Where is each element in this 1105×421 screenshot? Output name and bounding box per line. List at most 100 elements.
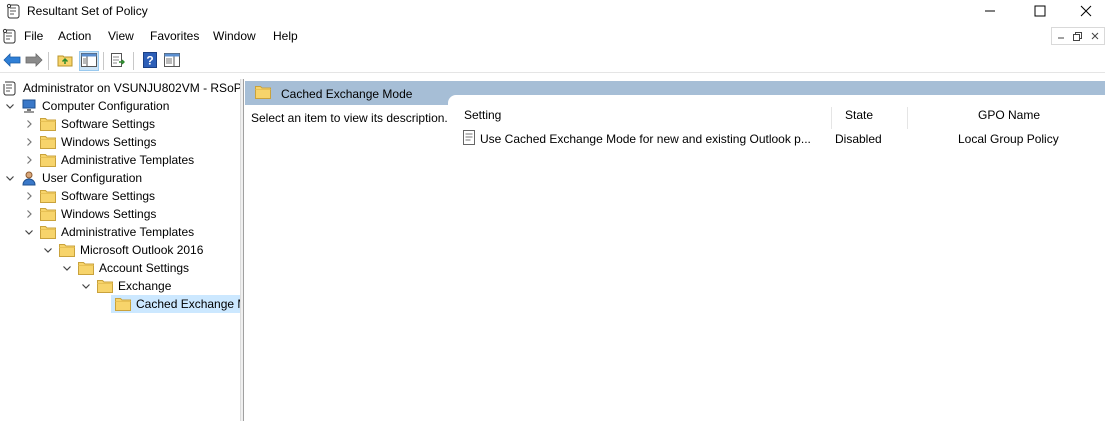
tree-item-uc-software-settings[interactable]: Software Settings	[23, 187, 155, 205]
chevron-down-icon[interactable]	[4, 169, 16, 187]
back-button[interactable]	[2, 51, 22, 71]
menu-action[interactable]: Action	[58, 29, 91, 43]
selection-highlight: Cached Exchange Mode	[111, 295, 240, 313]
tree-item-microsoft-outlook-2016[interactable]: Microsoft Outlook 2016	[42, 241, 203, 259]
folder-icon	[40, 152, 56, 168]
chevron-down-icon[interactable]	[4, 97, 16, 115]
tree-item-user-configuration[interactable]: User Configuration	[4, 169, 142, 187]
toolbar-separator	[133, 52, 134, 70]
mdi-close-button[interactable]	[1087, 28, 1104, 44]
mdi-window-controls	[1051, 27, 1105, 45]
tree-item-cached-exchange-mode[interactable]: Cached Exchange Mode	[99, 295, 240, 313]
folder-icon	[40, 116, 56, 132]
column-header-setting[interactable]: Setting	[464, 108, 501, 132]
tree-item-label: Exchange	[118, 279, 172, 293]
folder-icon	[78, 260, 94, 276]
tree-item-label: User Configuration	[42, 171, 143, 185]
back-arrow-icon	[3, 52, 21, 70]
help-icon: ?	[142, 51, 158, 71]
mdi-minimize-button[interactable]	[1052, 28, 1069, 44]
menu-file[interactable]: File	[24, 29, 43, 43]
title-bar: Resultant Set of Policy	[0, 0, 1105, 24]
chevron-right-icon[interactable]	[23, 133, 35, 151]
policy-setting-icon	[462, 130, 476, 148]
tree-item-label: Software Settings	[61, 117, 156, 131]
chevron-right-icon[interactable]	[23, 187, 35, 205]
folder-icon	[59, 242, 75, 258]
column-header-state[interactable]: State	[845, 108, 873, 132]
menu-bar: File Action View Favorites Window Help	[0, 25, 1105, 47]
chevron-right-icon[interactable]	[23, 151, 35, 169]
tree-item-uc-windows-settings[interactable]: Windows Settings	[23, 205, 156, 223]
settings-list: Setting State GPO Name Use Cached Exchan…	[448, 95, 1105, 421]
menu-window[interactable]: Window	[213, 29, 256, 43]
column-separator[interactable]	[831, 107, 832, 129]
close-button[interactable]	[1063, 0, 1105, 22]
folder-icon	[40, 134, 56, 150]
forward-arrow-icon	[25, 52, 43, 70]
user-icon	[21, 170, 37, 186]
table-row-gpo-name[interactable]: Local Group Policy	[958, 132, 1059, 146]
show-hide-console-tree-button[interactable]	[79, 51, 99, 71]
tree-item-label: Administrative Templates	[61, 153, 195, 167]
folder-up-icon	[57, 52, 73, 71]
tree-item-uc-administrative-templates[interactable]: Administrative Templates	[23, 223, 194, 241]
menu-help[interactable]: Help	[273, 29, 298, 43]
pane-splitter[interactable]	[240, 79, 244, 421]
menu-view[interactable]: View	[108, 29, 134, 43]
rsop-scroll-icon[interactable]	[2, 28, 18, 44]
tree-item-account-settings[interactable]: Account Settings	[61, 259, 189, 277]
description-text: Select an item to view its description.	[251, 111, 448, 125]
rsop-scroll-icon	[6, 3, 22, 19]
folder-icon	[40, 224, 56, 240]
tree-item-label: Computer Configuration	[42, 99, 170, 113]
console-tree-icon	[81, 52, 97, 70]
table-row-state[interactable]: Disabled	[835, 132, 882, 146]
folder-icon	[97, 278, 113, 294]
toolbar-separator	[48, 52, 49, 70]
tree-item-computer-configuration[interactable]: Computer Configuration	[4, 97, 169, 115]
folder-icon	[40, 188, 56, 204]
menu-favorites[interactable]: Favorites	[150, 29, 199, 43]
tree-item-label: Cached Exchange Mode	[136, 297, 240, 311]
svg-text:?: ?	[146, 53, 153, 67]
maximize-button[interactable]	[1017, 0, 1063, 22]
folder-open-icon	[115, 296, 131, 312]
tree-item-label: Administrative Templates	[61, 225, 195, 239]
details-pane: Cached Exchange Mode Select an item to v…	[245, 79, 1105, 421]
tree-item-label: Account Settings	[99, 261, 190, 275]
column-header-gpo-name[interactable]: GPO Name	[978, 108, 1040, 132]
toolbar: ?	[0, 49, 1105, 73]
table-row-setting[interactable]: Use Cached Exchange Mode for new and exi…	[480, 132, 811, 146]
chevron-right-icon[interactable]	[23, 205, 35, 223]
mdi-restore-button[interactable]	[1069, 28, 1086, 44]
tree-item-cc-windows-settings[interactable]: Windows Settings	[23, 133, 156, 151]
up-one-level-button[interactable]	[55, 51, 75, 71]
chevron-down-icon[interactable]	[61, 259, 73, 277]
forward-button[interactable]	[24, 51, 44, 71]
tree-item-label: Windows Settings	[61, 207, 157, 221]
rsop-scroll-icon	[2, 80, 18, 96]
details-body: Select an item to view its description. …	[245, 95, 1105, 421]
tree-item-label: Windows Settings	[61, 135, 157, 149]
folder-icon	[40, 206, 56, 222]
tree-item-label: Software Settings	[61, 189, 156, 203]
chevron-down-icon[interactable]	[42, 241, 54, 259]
column-separator[interactable]	[907, 107, 908, 129]
tree-item-exchange[interactable]: Exchange	[80, 277, 171, 295]
tree-item-cc-software-settings[interactable]: Software Settings	[23, 115, 155, 133]
properties-pane-icon	[164, 52, 180, 70]
export-list-icon	[110, 52, 126, 71]
minimize-button[interactable]	[967, 0, 1013, 22]
chevron-down-icon[interactable]	[80, 277, 92, 295]
chevron-right-icon[interactable]	[23, 115, 35, 133]
export-list-button[interactable]	[108, 51, 128, 71]
console-tree: Administrator on VSUNJU802VM - RSoP Comp…	[0, 79, 240, 421]
help-button[interactable]: ?	[140, 51, 160, 71]
tree-item-label: Administrator on VSUNJU802VM - RSoP	[23, 81, 240, 95]
tree-item-rsop-root[interactable]: Administrator on VSUNJU802VM - RSoP	[2, 79, 240, 97]
properties-pane-button[interactable]	[162, 51, 182, 71]
computer-icon	[21, 98, 37, 114]
chevron-down-icon[interactable]	[23, 223, 35, 241]
tree-item-cc-administrative-templates[interactable]: Administrative Templates	[23, 151, 194, 169]
